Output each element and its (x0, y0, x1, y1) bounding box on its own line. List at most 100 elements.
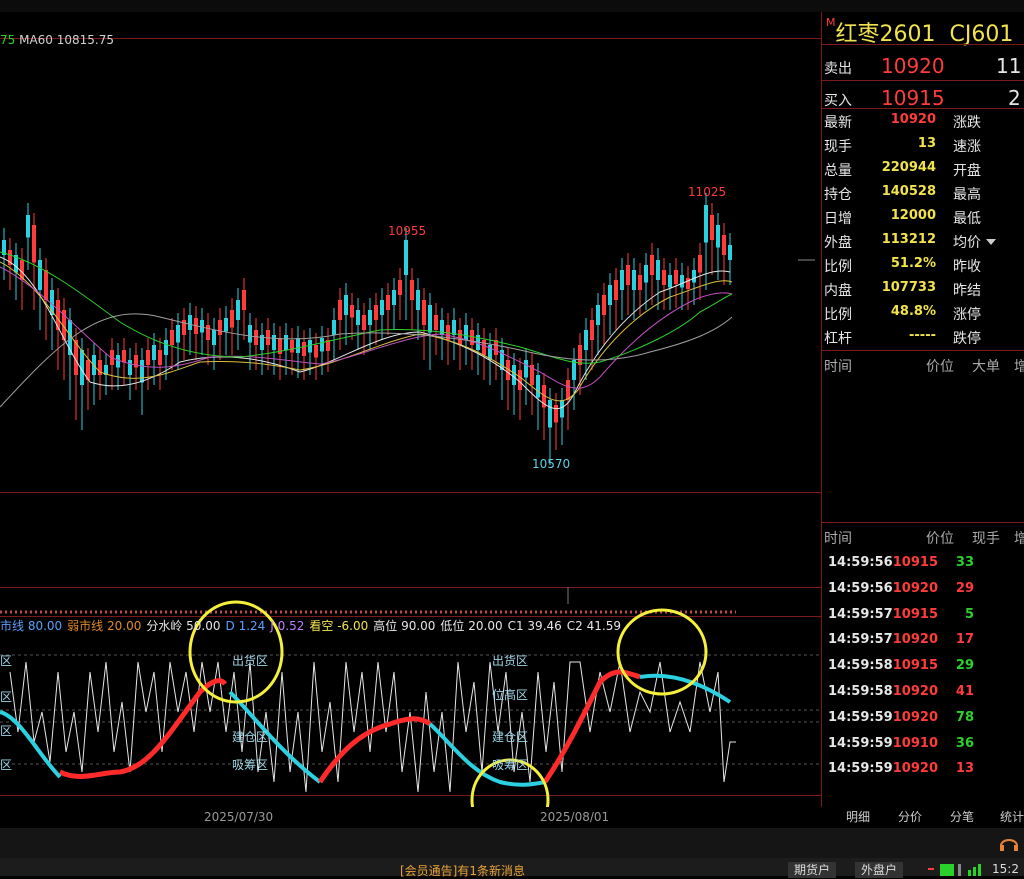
headset-icon[interactable] (998, 834, 1020, 852)
tick-price: 10910 (892, 735, 938, 751)
tab-detail[interactable]: 明细 (846, 808, 870, 825)
tick-volume: 17 (955, 632, 974, 648)
candle-body (470, 330, 474, 345)
candle-body (398, 280, 402, 295)
candle-body (386, 295, 390, 310)
indicator-band-red-3 (542, 669, 641, 784)
indicator-legend-item: 低位 20.00 (440, 619, 503, 633)
candle-body (122, 350, 126, 363)
tick-time: 14:59:56 (828, 580, 893, 596)
candle-body (590, 320, 594, 340)
candle-body (614, 280, 618, 300)
quote-value: 140528 (881, 184, 936, 199)
candle-body (668, 275, 672, 288)
candle-body (290, 340, 294, 353)
candle-body (638, 275, 642, 290)
divider (822, 108, 1024, 109)
candle-body (254, 330, 258, 345)
candle-body (716, 225, 720, 248)
bottom-toolbar (0, 828, 1024, 858)
tab-ticks[interactable]: 分笔 (950, 808, 974, 825)
candle-body (380, 300, 384, 315)
quote-label-right: 跌停 (953, 331, 981, 347)
indicator-legend-item: 分水岭 50.00 (146, 619, 221, 633)
candle-body (356, 310, 360, 325)
candle-body (728, 245, 732, 260)
tick-row: 14:59:5610915 33 (828, 555, 974, 570)
candle-body (188, 315, 192, 330)
candle-body (710, 215, 714, 240)
zone-label: 吸筹区 (492, 758, 529, 772)
tick-time: 14:59:59 (828, 735, 893, 751)
quote-row: 比例 48.8% 涨停 (824, 304, 981, 324)
candle-body (524, 360, 528, 378)
tab-stats[interactable]: 统计 (1000, 808, 1024, 825)
candle-body (602, 295, 606, 315)
tab-price[interactable]: 分价 (898, 808, 922, 825)
candle-body (608, 285, 612, 305)
tick-time: 14:59:57 (828, 606, 893, 622)
candle-body (320, 338, 324, 352)
candle-body (236, 300, 240, 320)
quote-label: 比例 (824, 259, 852, 275)
tick-row: 14:59:5910910 36 (828, 736, 974, 751)
tick-price: 10920 (892, 761, 938, 777)
candle-body (146, 350, 150, 365)
quote-value: 113212 (881, 232, 936, 247)
tick-row: 14:59:5710915 5 (828, 607, 974, 622)
quote-value: 10920 (890, 112, 936, 127)
quote-label-right: 速涨 (953, 139, 981, 155)
tick-volume: 78 (955, 709, 974, 725)
buy-volume: 2 (1008, 86, 1021, 110)
tick-header-more: 增 (1014, 531, 1024, 547)
divider (822, 522, 1024, 523)
candle-body (176, 325, 180, 343)
quote-row: 日增 12000 最低 (824, 208, 981, 228)
tick-time: 14:59:57 (828, 632, 893, 648)
candle-body (560, 400, 564, 418)
signal-status-icon (928, 864, 981, 876)
indicator-legend-item: 市线 80.00 (0, 619, 63, 633)
candle-body (434, 315, 438, 330)
candle-body (656, 260, 660, 280)
quote-value: ----- (909, 328, 936, 343)
candle-body (392, 290, 396, 305)
quote-label: 持仓 (824, 187, 852, 203)
quote-row: 比例 51.2% 昨收 (824, 256, 981, 276)
candle-body (140, 360, 144, 383)
tick-volume: 13 (955, 761, 974, 777)
tick-price: 10915 (892, 658, 938, 674)
candle-body (464, 325, 468, 340)
bigorder-header-more: 增 (1014, 359, 1024, 375)
candle-body (620, 270, 624, 290)
indicator-legend: 市线 80.00 弱市线 20.00 分水岭 50.00 D 1.24 J 0.52 看空… (0, 617, 626, 634)
candle-body (518, 370, 522, 390)
quote-label-right: 最高 (953, 187, 981, 203)
tick-price: 10915 (892, 555, 938, 570)
bigorder-header-big: 大单 (972, 359, 1000, 375)
candle-body (308, 340, 312, 353)
candle-body (404, 240, 408, 275)
candle-body (218, 320, 222, 335)
candle-body (314, 345, 318, 358)
candle-body (242, 290, 246, 310)
quote-label: 外盘 (824, 235, 852, 251)
candle-body (332, 320, 336, 335)
tick-header-time: 时间 (824, 531, 852, 547)
divider (822, 350, 1024, 351)
news-ticker[interactable]: [会员通告]有1条新消息 (400, 862, 525, 879)
indicator-legend-item: C2 41.59 (566, 619, 621, 633)
candle-body (170, 330, 174, 345)
tick-row: 14:59:5610920 29 (828, 581, 974, 596)
tick-time: 14:59:56 (828, 555, 893, 570)
tick-volume: 29 (955, 580, 974, 596)
divider (822, 80, 1024, 81)
candle-body (548, 400, 552, 428)
quote-label: 现手 (824, 139, 852, 155)
candle-body (494, 340, 498, 355)
chevron-down-icon[interactable] (986, 239, 996, 245)
candle-body (632, 270, 636, 290)
quote-row: 杠杆 ----- 跌停 (824, 328, 981, 348)
candle-body (206, 325, 210, 340)
candle-body (704, 205, 708, 243)
